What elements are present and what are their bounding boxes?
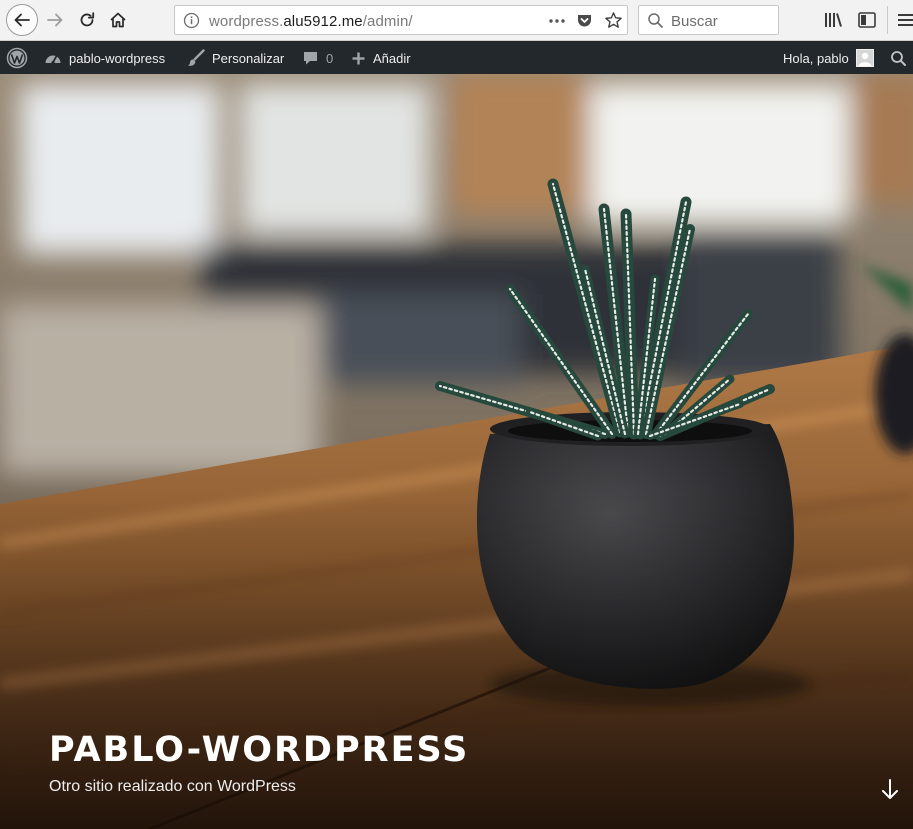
- sidebar-icon[interactable]: [856, 9, 878, 31]
- home-icon: [110, 12, 126, 28]
- comment-icon: [304, 52, 317, 65]
- pocket-icon[interactable]: [576, 12, 593, 29]
- greeting-label: Hola, pablo: [783, 50, 849, 66]
- home-button[interactable]: [103, 5, 133, 35]
- comments-link[interactable]: 0: [302, 42, 333, 74]
- forward-arrow-icon: [47, 13, 63, 27]
- back-arrow-icon: [14, 13, 30, 27]
- hamburger-menu-icon[interactable]: [895, 9, 913, 31]
- page-actions-icon[interactable]: [548, 13, 566, 29]
- reload-icon: [80, 12, 95, 27]
- url-domain: alu5912.me: [283, 13, 363, 30]
- url-text[interactable]: wordpress.alu5912.me/admin/: [209, 13, 413, 30]
- star-icon[interactable]: [604, 11, 623, 30]
- library-icon[interactable]: [822, 9, 844, 31]
- wp-admin-bar: pablo-wordpress Personalizar 0 Añadir Ho…: [0, 42, 913, 74]
- site-name-menu[interactable]: pablo-wordpress: [44, 42, 165, 74]
- arrow-down-icon[interactable]: [878, 777, 902, 803]
- dashboard-icon: [45, 55, 61, 65]
- user-silhouette-icon: [858, 52, 872, 66]
- site-name-label: pablo-wordpress: [69, 50, 166, 66]
- search-icon: [891, 50, 906, 66]
- add-new-menu[interactable]: Añadir: [351, 42, 411, 74]
- toolbar-separator: [887, 6, 888, 34]
- header-image: [0, 74, 913, 829]
- customize-label: Personalizar: [212, 50, 285, 66]
- reload-button[interactable]: [72, 5, 102, 35]
- wp-logo-menu[interactable]: [6, 42, 28, 74]
- back-button[interactable]: [6, 4, 38, 36]
- site-title[interactable]: PABLO-WORDPRESS: [49, 730, 469, 770]
- comments-count: 0: [326, 50, 334, 66]
- browser-toolbar: wordpress.alu5912.me/admin/ Buscar: [0, 0, 913, 41]
- avatar: [855, 49, 874, 67]
- url-prefix: wordpress.: [209, 13, 284, 30]
- info-icon[interactable]: [183, 12, 200, 29]
- custom-header: PABLO-WORDPRESS Otro sitio realizado con…: [0, 74, 913, 829]
- adminbar-search[interactable]: [890, 42, 907, 74]
- my-account-menu[interactable]: Hola, pablo: [783, 42, 874, 74]
- address-bar[interactable]: wordpress.alu5912.me/admin/: [174, 5, 628, 35]
- add-new-label: Añadir: [373, 50, 411, 66]
- url-path: /admin/: [362, 13, 413, 30]
- site-description: Otro sitio realizado con WordPress: [49, 778, 296, 795]
- forward-button[interactable]: [40, 5, 70, 35]
- search-placeholder: Buscar: [671, 13, 718, 30]
- customize-link[interactable]: Personalizar: [187, 42, 284, 74]
- brush-icon: [188, 49, 205, 66]
- search-icon: [648, 13, 663, 28]
- plus-icon: [352, 52, 365, 64]
- wordpress-logo-icon: [6, 47, 28, 69]
- search-bar[interactable]: Buscar: [638, 5, 779, 35]
